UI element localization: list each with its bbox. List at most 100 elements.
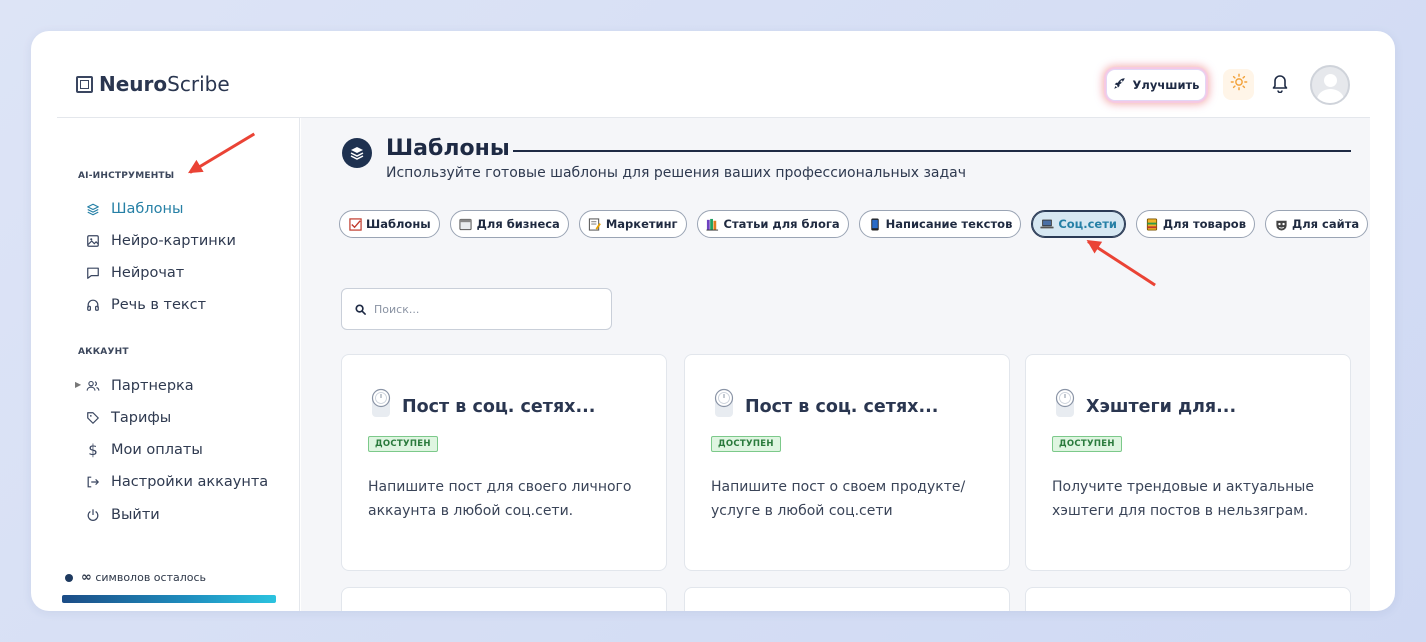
expand-caret-icon[interactable]: ▶ <box>75 380 81 389</box>
template-avatar-icon <box>712 388 738 418</box>
tag-icon <box>86 411 100 425</box>
books-icon <box>706 217 720 231</box>
theme-toggle-button[interactable] <box>1223 69 1254 100</box>
card-description: Напишите пост для своего личного аккаунт… <box>368 479 632 519</box>
upgrade-label: Улучшить <box>1132 78 1200 92</box>
credits-progress-bar <box>62 595 276 603</box>
status-badge: ДОСТУПЕН <box>368 436 438 452</box>
bell-icon <box>1271 73 1289 97</box>
logout-arrow-icon <box>86 475 100 489</box>
chip-templates[interactable]: Шаблоны <box>339 210 440 238</box>
logo-bold: Neuro <box>99 72 168 96</box>
power-icon <box>86 508 100 522</box>
sidebar-item-neurochat[interactable]: Нейрочат <box>86 263 184 283</box>
template-avatar-icon <box>369 388 395 418</box>
sidebar-item-label: Партнерка <box>111 378 194 394</box>
sun-icon <box>1230 73 1248 96</box>
sidebar-item-label: Нейрочат <box>111 265 185 281</box>
template-card-partial[interactable] <box>684 587 1010 611</box>
memo-icon <box>588 217 602 231</box>
chip-label: Для бизнеса <box>476 217 560 231</box>
credits-text: символов осталось <box>95 571 207 584</box>
card-title: Пост в соц. сетях... <box>745 397 939 417</box>
chip-label: Маркетинг <box>605 217 678 231</box>
sidebar-item-label: Речь в текст <box>111 297 207 313</box>
sidebar-item-label: Тарифы <box>111 410 172 426</box>
sidebar-item-neuro-images[interactable]: Нейро-картинки <box>86 231 236 251</box>
sidebar-item-label: Шаблоны <box>111 201 184 217</box>
calendar-icon <box>459 217 473 231</box>
app-window: NeuroScribe Улучшить AI-ИНСТРУМЕНТЫ Шабл… <box>31 31 1395 611</box>
chat-icon <box>86 266 100 280</box>
laptop-icon <box>1040 217 1054 231</box>
card-title: Хэштеги для... <box>1086 397 1237 417</box>
credits-symbol: ∞ <box>81 570 92 585</box>
sidebar-item-partners[interactable]: Партнерка <box>86 376 194 396</box>
chip-products[interactable]: Для товаров <box>1135 210 1255 238</box>
template-card-partial[interactable] <box>1025 587 1351 611</box>
logo-light: Scribe <box>167 72 230 96</box>
template-card-personal-post[interactable]: Пост в соц. сетях... ДОСТУПЕН Напишите п… <box>341 354 667 571</box>
chip-label: Для сайта <box>1292 217 1360 231</box>
chip-blog-articles[interactable]: Статьи для блога <box>696 210 849 238</box>
app-logo[interactable]: NeuroScribe <box>76 72 230 96</box>
avatar[interactable] <box>1310 65 1350 105</box>
dollar-icon: $ <box>88 441 98 459</box>
users-icon <box>86 379 100 393</box>
sidebar-item-label: Мои оплаты <box>111 442 203 458</box>
top-bar: NeuroScribe Улучшить <box>31 31 1395 117</box>
phone-icon <box>868 217 882 231</box>
page-title: Шаблоны <box>386 136 510 161</box>
chip-social-media[interactable]: Соц.сети <box>1031 210 1126 238</box>
card-title: Пост в соц. сетях... <box>402 397 596 417</box>
sidebar-item-speech-to-text[interactable]: Речь в текст <box>86 295 206 315</box>
sidebar-item-tariffs[interactable]: Тарифы <box>86 408 171 428</box>
chip-website[interactable]: Для сайта <box>1265 210 1369 238</box>
title-rule <box>513 150 1351 152</box>
mask-icon <box>1274 217 1288 231</box>
image-icon <box>86 234 100 248</box>
card-description: Напишите пост о своем продукте/ услуге в… <box>711 479 966 519</box>
section-label-tools: AI-ИНСТРУМЕНТЫ <box>78 171 175 181</box>
chip-label: Шаблоны <box>366 217 431 231</box>
sidebar-item-templates[interactable]: Шаблоны <box>86 199 183 219</box>
search-box[interactable] <box>341 288 612 330</box>
sidebar: AI-ИНСТРУМЕНТЫ Шаблоны Нейро-картинки Не… <box>57 118 300 611</box>
sidebar-item-label: Нейро-картинки <box>111 233 236 249</box>
chip-label: Написание текстов <box>885 217 1013 231</box>
status-badge: ДОСТУПЕН <box>711 436 781 452</box>
status-badge: ДОСТУПЕН <box>1052 436 1122 452</box>
stack-icon <box>342 138 372 168</box>
card-description: Получите трендовые и актуальные хэштеги … <box>1052 479 1314 519</box>
headphones-icon <box>86 298 100 312</box>
chip-label: Для товаров <box>1162 217 1246 231</box>
layers-icon <box>86 202 100 216</box>
main-content: Шаблоны Используйте готовые шаблоны для … <box>301 118 1370 611</box>
sidebar-item-account-settings[interactable]: Настройки аккаунта <box>86 472 268 492</box>
checkbox-icon <box>348 217 362 231</box>
chip-business[interactable]: Для бизнеса <box>449 210 569 238</box>
notifications-button[interactable] <box>1268 73 1292 97</box>
category-chips: Шаблоны Для бизнеса Маркетинг Статьи для… <box>339 210 1370 240</box>
template-card-hashtags[interactable]: Хэштеги для... ДОСТУПЕН Получите трендов… <box>1025 354 1351 571</box>
section-label-account: АККАУНТ <box>78 347 129 357</box>
rocket-icon <box>1113 77 1126 93</box>
template-card-product-post[interactable]: Пост в соц. сетях... ДОСТУПЕН Напишите п… <box>684 354 1010 571</box>
search-icon <box>355 300 366 319</box>
search-input[interactable] <box>374 302 594 316</box>
page-subtitle: Используйте готовые шаблоны для решения … <box>386 165 967 181</box>
credits-indicator: ∞ символов осталось <box>65 570 206 585</box>
sidebar-item-label: Выйти <box>111 507 160 523</box>
chip-label: Статьи для блога <box>723 217 840 231</box>
credits-dot <box>65 573 73 582</box>
logo-icon <box>76 75 93 93</box>
sidebar-item-payments[interactable]: $ Мои оплаты <box>86 440 203 460</box>
chip-copywriting[interactable]: Написание текстов <box>858 210 1022 238</box>
sidebar-item-logout[interactable]: Выйти <box>86 505 160 525</box>
sidebar-item-label: Настройки аккаунта <box>111 474 269 490</box>
chip-label: Соц.сети <box>1058 217 1117 231</box>
template-avatar-icon <box>1053 388 1079 418</box>
template-card-partial[interactable] <box>341 587 667 611</box>
chip-marketing[interactable]: Маркетинг <box>578 210 687 238</box>
upgrade-button[interactable]: Улучшить <box>1106 69 1206 101</box>
